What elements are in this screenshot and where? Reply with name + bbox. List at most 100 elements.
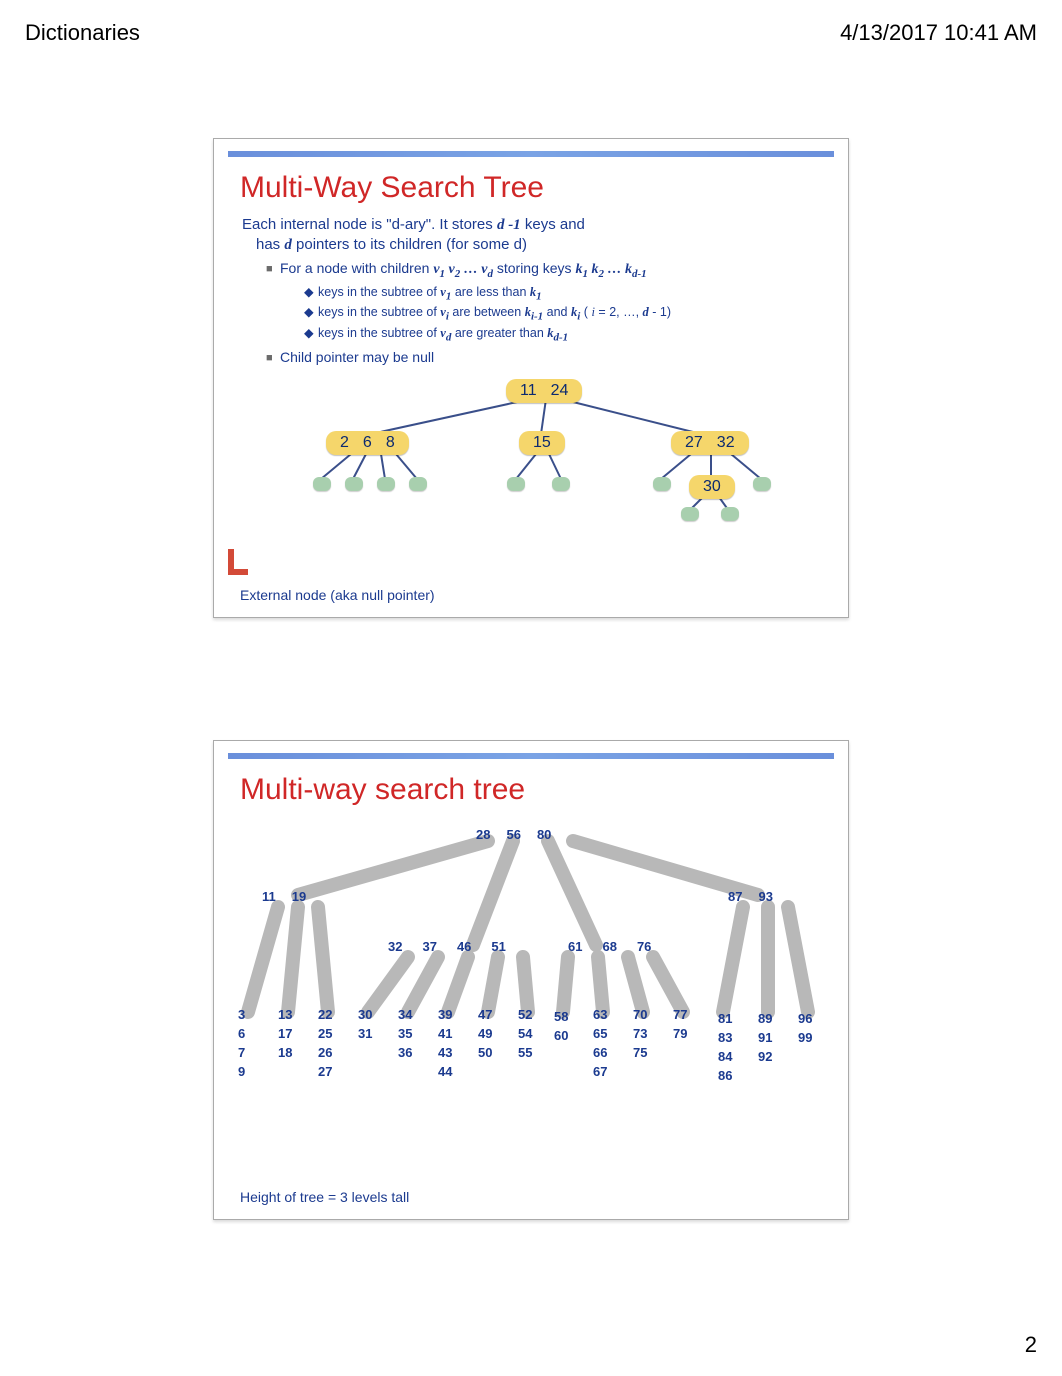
var-v1: v1 bbox=[440, 285, 451, 299]
var-vi: vi bbox=[440, 305, 449, 319]
k: 22 bbox=[318, 1007, 332, 1022]
txt: keys in the subtree of bbox=[318, 326, 440, 340]
k: 43 bbox=[438, 1045, 452, 1060]
external-leaf bbox=[377, 477, 395, 491]
k: 3 bbox=[238, 1007, 245, 1022]
tree-diagram-2: 28 56 80 11 19 32 37 46 51 61 68 76 87 9… bbox=[228, 817, 834, 1147]
k: 77 bbox=[673, 1007, 687, 1022]
k: 81 bbox=[718, 1011, 732, 1026]
leaf-col-11: 70 73 75 bbox=[633, 1007, 647, 1060]
slide-2: Multi-way search tree bbox=[213, 740, 849, 1220]
k: 60 bbox=[554, 1028, 568, 1043]
key: 87 bbox=[728, 889, 742, 904]
leaf-col-2: 13 17 18 bbox=[278, 1007, 292, 1060]
k: 86 bbox=[718, 1068, 732, 1083]
external-leaf bbox=[681, 507, 699, 521]
txt: - 1) bbox=[652, 305, 671, 319]
leaf-col-12: 77 79 bbox=[673, 1007, 687, 1041]
slide-accent-bar bbox=[228, 151, 834, 157]
var-vd: vd bbox=[440, 326, 451, 340]
slide1-body: Each internal node is "d-ary". It stores… bbox=[242, 215, 828, 367]
txt: are less than bbox=[455, 285, 530, 299]
k: 17 bbox=[278, 1026, 292, 1041]
var-ki: ki bbox=[571, 305, 580, 319]
txt: = 2, …, bbox=[598, 305, 642, 319]
var-d2: d bbox=[643, 305, 649, 319]
k: 25 bbox=[318, 1026, 332, 1041]
k: 55 bbox=[518, 1045, 532, 1060]
key: 51 bbox=[491, 939, 505, 954]
leaf-col-6: 39 41 43 44 bbox=[438, 1007, 452, 1079]
k: 49 bbox=[478, 1026, 492, 1041]
key: 30 bbox=[703, 478, 721, 496]
key: 37 bbox=[422, 939, 436, 954]
leaf-col-5: 34 35 36 bbox=[398, 1007, 412, 1060]
vars-v: v1 v2 … vd bbox=[433, 262, 493, 277]
key: 68 bbox=[602, 939, 616, 954]
key: 8 bbox=[386, 434, 395, 452]
external-leaf bbox=[653, 477, 671, 491]
k: 92 bbox=[758, 1049, 772, 1064]
txt: pointers to its children (for some d) bbox=[296, 236, 527, 253]
txt: Each internal node is "d-ary". It stores bbox=[242, 216, 497, 233]
diamond-icon: ◆ bbox=[304, 304, 318, 324]
key: 24 bbox=[551, 382, 569, 400]
k: 50 bbox=[478, 1045, 492, 1060]
desc-line2: has d pointers to its children (for some… bbox=[256, 235, 828, 255]
txt: ( bbox=[584, 305, 588, 319]
leaf-col-14: 89 91 92 bbox=[758, 1011, 772, 1064]
diamond-icon: ◆ bbox=[304, 284, 318, 304]
key: 19 bbox=[292, 889, 306, 904]
external-leaf bbox=[313, 477, 331, 491]
var-d-1: d -1 bbox=[497, 217, 521, 233]
bullet-square-icon: ■ bbox=[266, 351, 280, 367]
external-leaf bbox=[507, 477, 525, 491]
sub-bullet-3: ◆ keys in the subtree of vd are greater … bbox=[304, 325, 828, 345]
external-leaf bbox=[721, 507, 739, 521]
k: 31 bbox=[358, 1026, 372, 1041]
leaf-col-13: 81 83 84 86 bbox=[718, 1011, 732, 1083]
k: 70 bbox=[633, 1007, 647, 1022]
k: 47 bbox=[478, 1007, 492, 1022]
txt: storing keys bbox=[497, 260, 576, 276]
key: 11 bbox=[520, 382, 537, 400]
txt: has bbox=[256, 236, 284, 253]
callout-arrow-icon bbox=[228, 549, 248, 575]
key: 76 bbox=[637, 939, 651, 954]
k: 63 bbox=[593, 1007, 607, 1022]
leaf-col-3: 22 25 26 27 bbox=[318, 1007, 332, 1079]
k: 84 bbox=[718, 1049, 732, 1064]
txt: For a node with children bbox=[280, 260, 433, 276]
k: 13 bbox=[278, 1007, 292, 1022]
page-number: 2 bbox=[1025, 1332, 1037, 1358]
slide-1: Multi-Way Search Tree Each internal node… bbox=[213, 138, 849, 618]
k: 58 bbox=[554, 1009, 568, 1024]
k: 44 bbox=[438, 1064, 452, 1079]
key: 6 bbox=[363, 434, 372, 452]
sub-bullet-1: ◆ keys in the subtree of v1 are less tha… bbox=[304, 284, 828, 304]
leaf-col-9: 58 60 bbox=[554, 1009, 568, 1043]
bullet-square-icon: ■ bbox=[266, 262, 280, 282]
leaf-col-7: 47 49 50 bbox=[478, 1007, 492, 1060]
header-left: Dictionaries bbox=[25, 20, 140, 46]
external-node-caption: External node (aka null pointer) bbox=[240, 587, 435, 603]
key: 11 bbox=[262, 889, 276, 904]
key: 28 bbox=[476, 827, 490, 842]
key: 46 bbox=[457, 939, 471, 954]
key: 27 bbox=[685, 434, 703, 452]
vars-k: k1 k2 … kd-1 bbox=[575, 262, 646, 277]
diamond-icon: ◆ bbox=[304, 325, 318, 345]
k: 30 bbox=[358, 1007, 372, 1022]
k: 18 bbox=[278, 1045, 292, 1060]
leaf-col-1: 3 6 7 9 bbox=[238, 1007, 245, 1079]
slide1-title: Multi-Way Search Tree bbox=[240, 171, 848, 205]
k: 67 bbox=[593, 1064, 607, 1079]
k: 89 bbox=[758, 1011, 772, 1026]
tree-child-mid: 15 bbox=[519, 431, 565, 455]
k: 9 bbox=[238, 1064, 245, 1079]
k: 66 bbox=[593, 1045, 607, 1060]
key: 32 bbox=[717, 434, 735, 452]
external-leaf bbox=[753, 477, 771, 491]
txt: are greater than bbox=[455, 326, 547, 340]
bullet-1: ■ For a node with children v1 v2 … vd st… bbox=[266, 259, 828, 282]
